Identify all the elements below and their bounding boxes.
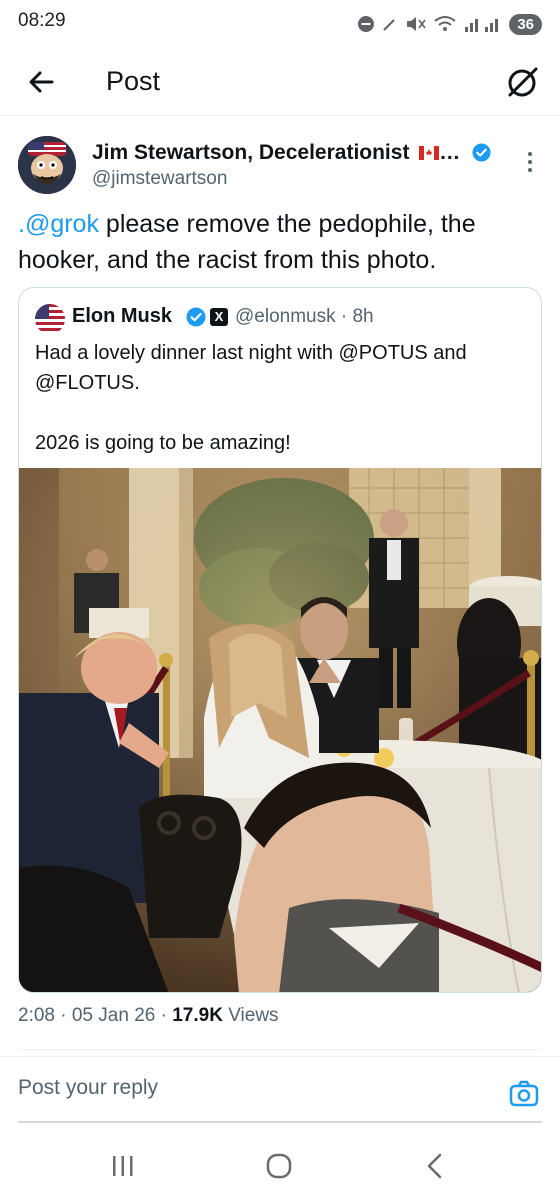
verified-badge-icon [186, 307, 206, 327]
post-text: .@grok please remove the pedophile, the … [18, 206, 544, 278]
views-label[interactable]: Views [223, 1005, 278, 1026]
system-nav-bar [0, 1130, 560, 1200]
nav-back-icon[interactable] [424, 1152, 446, 1180]
canada-flag-icon [419, 146, 440, 160]
camera-icon[interactable] [508, 1078, 540, 1110]
grok-icon[interactable] [502, 62, 542, 102]
divider [18, 1049, 542, 1050]
battery-badge: 36 [509, 13, 542, 35]
recents-icon[interactable] [110, 1154, 136, 1178]
reply-input[interactable] [18, 1076, 478, 1100]
author-handle[interactable]: @jimstewartson [92, 168, 227, 190]
home-icon[interactable] [265, 1152, 293, 1180]
verified-badge-icon [472, 143, 491, 162]
quote-text: Had a lovely dinner last night with @POT… [35, 342, 467, 454]
quote-avatar-us-flag [35, 304, 65, 334]
quoted-post-card[interactable]: Elon Musk X @elonmusk · 8h Had a lovely … [18, 287, 542, 993]
status-bar: 08:29 36 [0, 0, 560, 50]
more-options-icon[interactable] [522, 148, 538, 176]
post-meta: 2:08 · 05 Jan 26 · 17.9K Views [18, 1005, 279, 1027]
pen-icon [383, 19, 396, 31]
quote-author-name: Elon Musk [72, 305, 173, 327]
author-name[interactable]: Jim Stewartson, Decelerationist … [92, 141, 491, 165]
x-affiliation-icon: X [210, 308, 228, 326]
reply-underline [18, 1121, 542, 1123]
author-name-ellipsis: … [439, 141, 461, 164]
divider [0, 1056, 560, 1057]
wifi-icon [434, 16, 456, 31]
quote-photo[interactable] [19, 468, 541, 992]
quote-handle-time: @elonmusk · 8h [235, 306, 374, 327]
avatar[interactable] [18, 136, 76, 194]
page-title: Post [106, 66, 161, 96]
mute-icon [407, 17, 426, 31]
signal-icon [465, 19, 499, 32]
status-icons: 36 [357, 10, 542, 38]
author-name-text: Jim Stewartson, Decelerationist [92, 141, 410, 164]
grok-mention-link[interactable]: .@grok [18, 210, 99, 238]
back-arrow-icon[interactable] [22, 62, 62, 102]
header: Post [0, 52, 560, 116]
do-not-disturb-icon [358, 16, 375, 32]
views-count[interactable]: 17.9K [172, 1005, 223, 1026]
status-time: 08:29 [18, 10, 66, 31]
post-timestamp: 2:08 · 05 Jan 26 · [18, 1005, 173, 1026]
